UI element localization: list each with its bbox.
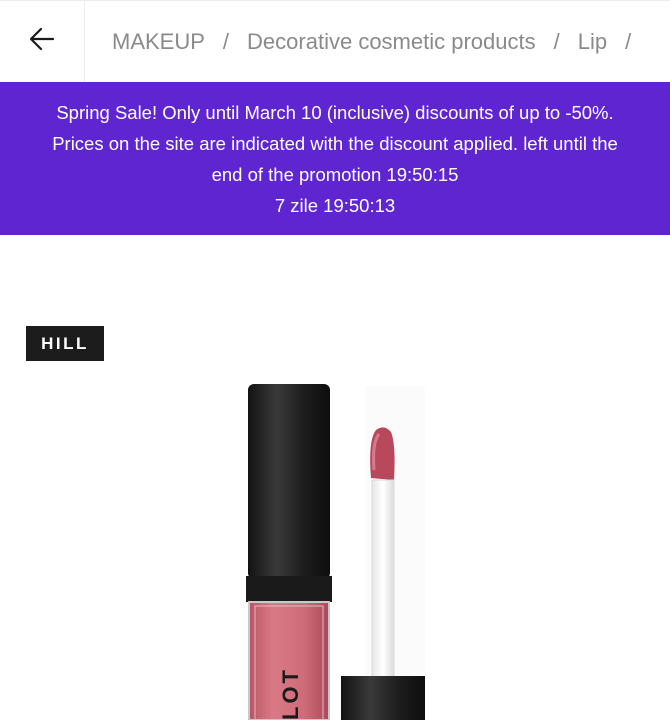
breadcrumb-separator: / — [222, 28, 230, 54]
product-image[interactable]: LOT — [0, 380, 670, 721]
breadcrumb: MAKEUP / Decorative cosmetic products / … — [112, 1, 670, 82]
top-navigation-bar: MAKEUP / Decorative cosmetic products / … — [0, 0, 670, 82]
promo-text-line: Prices on the site are indicated with th… — [52, 133, 618, 154]
breadcrumb-item-decorative-cosmetic-products[interactable]: Decorative cosmetic products — [247, 29, 536, 55]
tube-label: LOT — [278, 667, 303, 720]
promo-text-line: Spring Sale! Only until March 10 (inclus… — [56, 102, 614, 123]
back-button[interactable] — [0, 1, 85, 82]
promo-countdown-days: 7 zile 19:50:13 — [274, 195, 396, 216]
breadcrumb-item-makeup[interactable]: MAKEUP — [112, 29, 205, 55]
breadcrumb-item-lip[interactable]: Lip — [578, 29, 607, 55]
arrow-left-icon — [27, 24, 57, 59]
lip-gloss-tube: LOT — [246, 384, 332, 721]
promo-countdown-line: end of the promotion 19:50:15 — [211, 164, 459, 185]
breadcrumb-separator: / — [553, 28, 560, 54]
breadcrumb-separator: / — [625, 28, 632, 54]
promo-banner: Spring Sale! Only until March 10 (inclus… — [0, 82, 670, 235]
lip-gloss-applicator — [341, 386, 425, 720]
brand-badge: HILL — [26, 326, 104, 361]
